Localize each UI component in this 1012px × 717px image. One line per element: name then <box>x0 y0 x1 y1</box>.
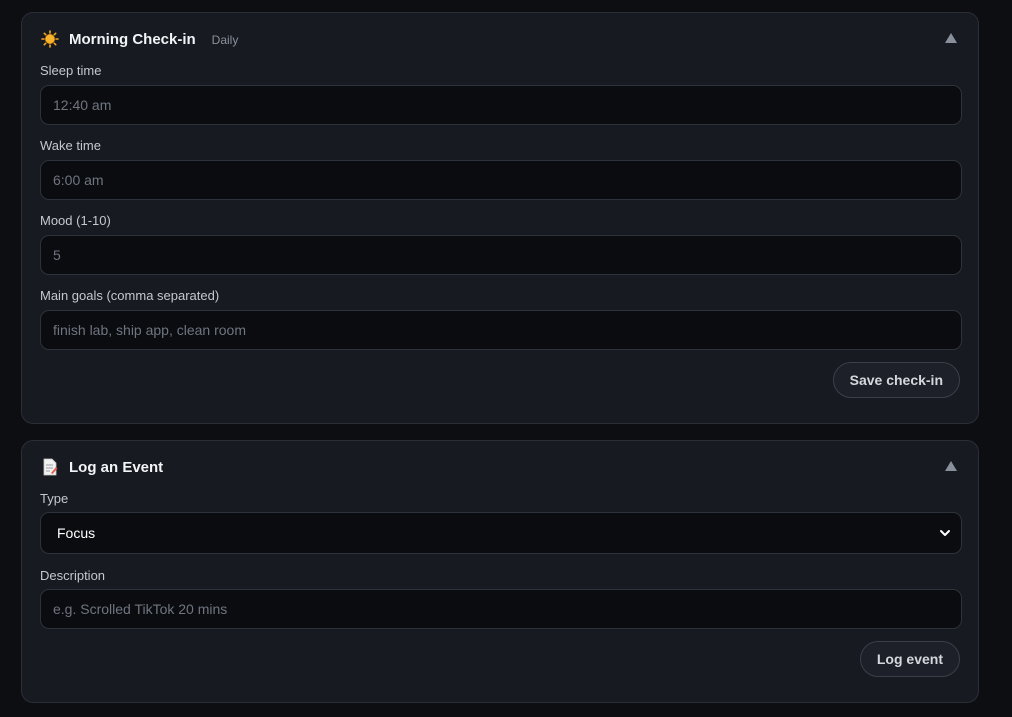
checkin-header: Morning Check-in Daily <box>40 27 960 51</box>
checkin-title: Morning Check-in <box>69 30 196 48</box>
main-goals-input[interactable]: finish lab, ship app, clean room <box>40 310 962 350</box>
description-label: Description <box>40 568 106 583</box>
type-label: Type <box>40 491 69 506</box>
sun-icon <box>40 29 60 49</box>
memo-icon <box>40 457 60 477</box>
log-event-panel: Log an Event Type Focus Description e.g.… <box>21 440 979 703</box>
collapse-checkin-button[interactable] <box>942 29 960 47</box>
description-input[interactable]: e.g. Scrolled TikTok 20 mins <box>40 589 962 629</box>
chevron-up-icon <box>945 461 957 471</box>
sleep-time-input[interactable]: 12:40 am <box>40 85 962 125</box>
wake-time-input[interactable]: 6:00 am <box>40 160 962 200</box>
main-goals-label: Main goals (comma separated) <box>40 288 220 303</box>
event-header: Log an Event <box>40 455 960 479</box>
daily-badge: Daily <box>211 33 239 47</box>
type-selected-value: Focus <box>57 525 96 541</box>
save-checkin-button[interactable]: Save check-in <box>832 362 960 398</box>
chevron-up-icon <box>945 33 957 43</box>
mood-input[interactable]: 5 <box>40 235 962 275</box>
chevron-down-icon <box>939 526 951 542</box>
mood-label: Mood (1-10) <box>40 213 111 228</box>
event-title: Log an Event <box>69 458 164 476</box>
sleep-time-label: Sleep time <box>40 63 102 78</box>
wake-time-label: Wake time <box>40 138 101 153</box>
collapse-event-button[interactable] <box>942 457 960 475</box>
log-event-button[interactable]: Log event <box>859 641 960 677</box>
type-select[interactable]: Focus <box>40 512 962 554</box>
morning-checkin-panel: Morning Check-in Daily Sleep time 12:40 … <box>21 12 979 424</box>
